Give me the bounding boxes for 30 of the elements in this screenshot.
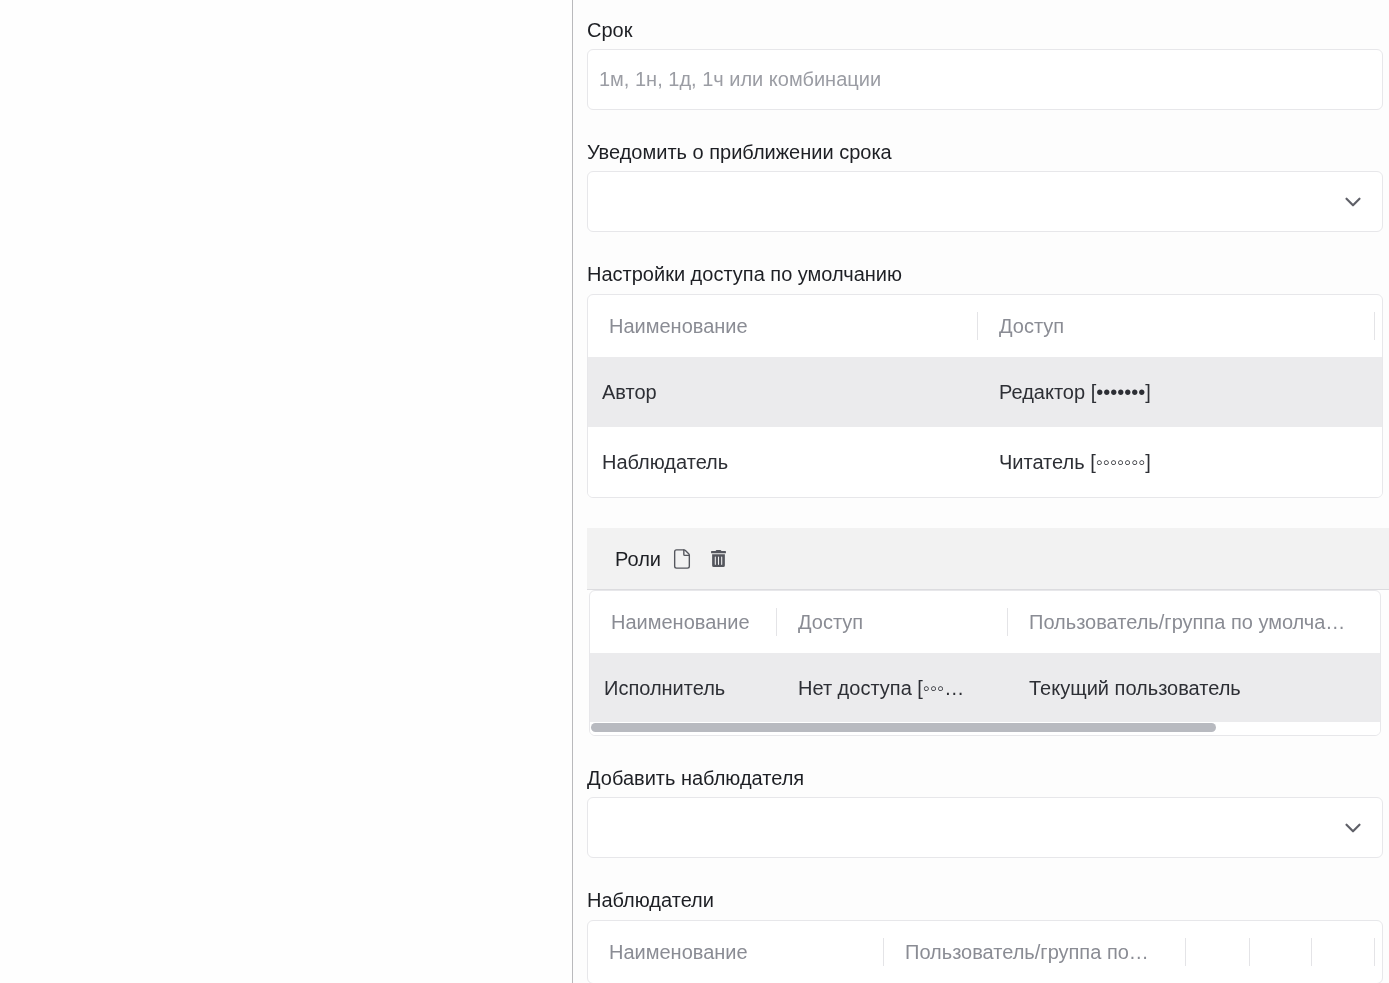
field-label: Наблюдатели [587,888,714,913]
new-item-button[interactable] [671,547,693,570]
cell-text: Читатель [◦◦◦◦◦◦◦] [999,451,1151,473]
field-label: Настройки доступа по умолчанию [587,262,903,287]
column-header[interactable]: Наименование [588,311,748,341]
field-label: Срок [587,18,633,43]
select-field[interactable] [587,797,1383,858]
cell-text: Наблюдатель [602,451,729,473]
table-row[interactable]: Автор Редактор [•••••••] [588,357,1382,427]
field-label: Уведомить о приближении срока [587,140,892,165]
column-header[interactable]: Наименование [590,607,750,637]
field-label: Добавить наблюдателя [587,766,805,791]
trash-icon [711,550,726,567]
column-header[interactable]: Наименование [588,937,748,967]
table-row[interactable]: Исполнитель Нет доступа [◦◦◦… Текущий пользователь [590,653,1380,722]
cell-text: Автор [602,381,657,403]
file-icon [671,547,693,570]
column-header[interactable]: Доступ [978,311,1065,341]
column-header[interactable]: Пользователь/группа по… [884,937,1149,967]
cell-text: Исполнитель [604,676,726,699]
select-field[interactable] [587,171,1383,232]
delete-button[interactable] [711,550,726,567]
scrollbar-thumb[interactable] [591,723,1216,732]
cell-text: Нет доступа [◦◦◦… [798,676,965,699]
column-header[interactable]: Пользователь/группа по умолча… [1008,607,1346,637]
input-field[interactable]: 1м, 1н, 1д, 1ч или комбинации [587,49,1383,110]
cell-text: Редактор [•••••••] [999,381,1151,403]
panel-title: Роли [615,546,661,572]
cell-text: Текущий пользователь [1029,676,1241,699]
column-header[interactable]: Доступ [777,607,864,637]
